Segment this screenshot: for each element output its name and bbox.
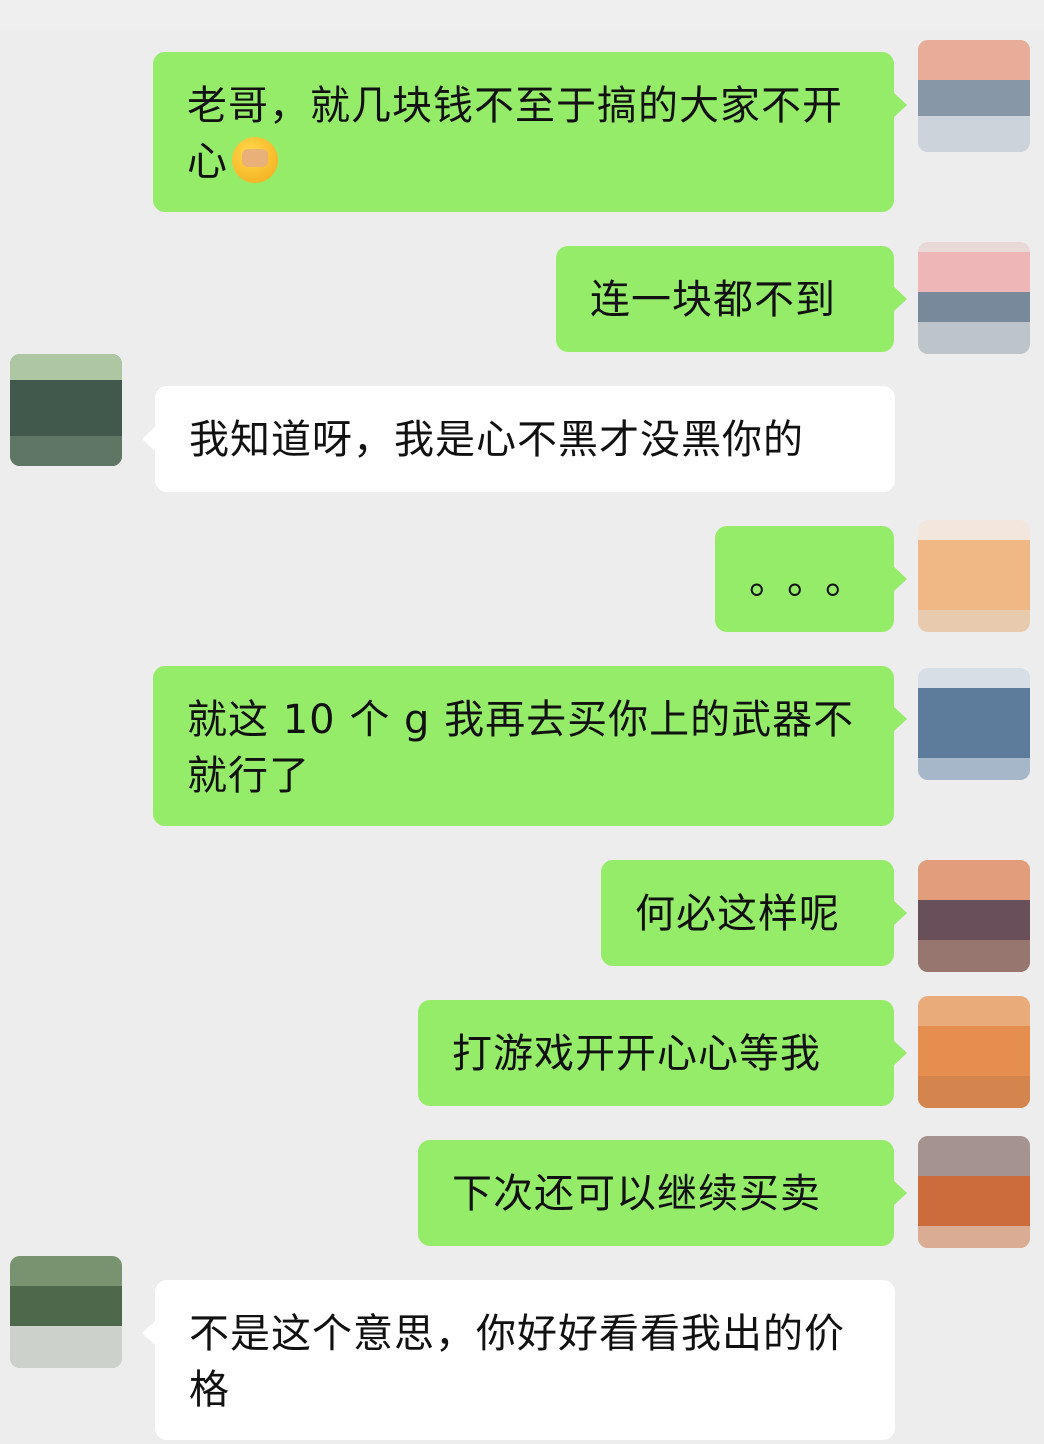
self-avatar[interactable] xyxy=(918,520,1030,632)
message-text: 连一块都不到 xyxy=(590,277,836,323)
message-text: 不是这个意思，你好好看看我出的价格 xyxy=(189,1311,845,1413)
blurred-avatar-image xyxy=(10,354,122,466)
blurred-avatar-image xyxy=(10,1256,122,1368)
message-text: 老哥，就几块钱不至于搞的大家不开心 xyxy=(187,83,843,185)
self-avatar[interactable] xyxy=(918,860,1030,972)
blurred-avatar-image xyxy=(918,242,1030,354)
message-text: 我知道呀，我是心不黑才没黑你的 xyxy=(189,417,804,463)
self-avatar[interactable] xyxy=(918,242,1030,354)
self-avatar[interactable] xyxy=(918,1136,1030,1248)
message-bubble-incoming[interactable]: 不是这个意思，你好好看看我出的价格 xyxy=(142,1280,895,1440)
message-bubble-outgoing[interactable]: 。。。 xyxy=(715,526,907,632)
self-avatar[interactable] xyxy=(918,40,1030,152)
message-bubble-outgoing[interactable]: 就这 10 个 g 我再去买你上的武器不就行了 xyxy=(153,666,907,826)
blurred-avatar-image xyxy=(918,996,1030,1108)
self-avatar[interactable] xyxy=(918,668,1030,780)
message-bubble-outgoing[interactable]: 连一块都不到 xyxy=(556,246,907,352)
top-status-strip xyxy=(0,0,1044,30)
message-text: 打游戏开开心心等我 xyxy=(452,1031,821,1077)
message-text: 。。。 xyxy=(749,557,883,603)
blurred-avatar-image xyxy=(918,520,1030,632)
blurred-avatar-image xyxy=(918,1136,1030,1248)
contact-avatar[interactable] xyxy=(10,1256,122,1368)
message-bubble-outgoing[interactable]: 何必这样呢 xyxy=(601,860,907,966)
message-text: 下次还可以继续买卖 xyxy=(452,1171,821,1217)
face-palm-emoji-icon xyxy=(232,137,278,183)
message-bubble-outgoing[interactable]: 下次还可以继续买卖 xyxy=(418,1140,907,1246)
blurred-avatar-image xyxy=(918,860,1030,972)
message-bubble-outgoing[interactable]: 老哥，就几块钱不至于搞的大家不开心 xyxy=(153,52,907,212)
message-bubble-outgoing[interactable]: 打游戏开开心心等我 xyxy=(418,1000,907,1106)
message-text: 就这 10 个 g 我再去买你上的武器不就行了 xyxy=(187,697,855,799)
blurred-avatar-image xyxy=(918,40,1030,152)
message-bubble-incoming[interactable]: 我知道呀，我是心不黑才没黑你的 xyxy=(142,386,895,492)
contact-avatar[interactable] xyxy=(10,354,122,466)
blurred-avatar-image xyxy=(918,668,1030,780)
message-text: 何必这样呢 xyxy=(635,891,840,937)
self-avatar[interactable] xyxy=(918,996,1030,1108)
